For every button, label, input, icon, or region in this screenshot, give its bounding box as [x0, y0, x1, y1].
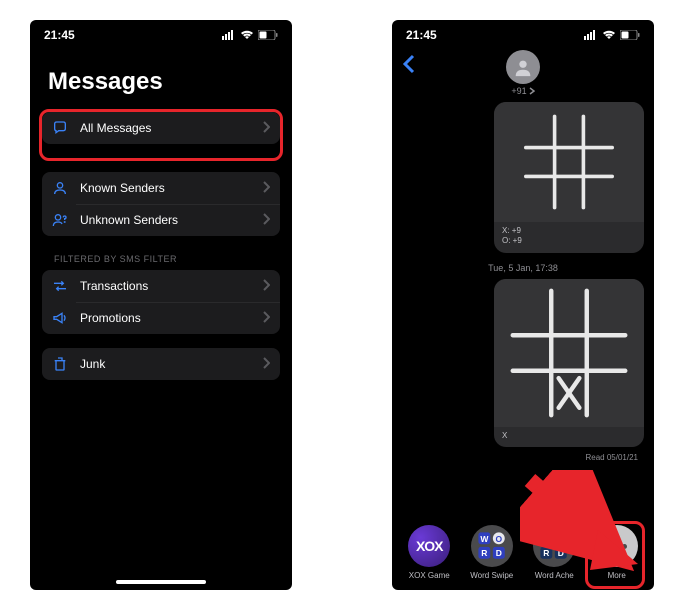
back-button[interactable]: [402, 54, 416, 79]
more-icon: [596, 525, 638, 567]
chat-header: +91: [392, 48, 654, 96]
bubble-meta: X: +9 O: +9: [494, 222, 644, 253]
filter-junk[interactable]: Junk: [42, 348, 280, 380]
page-title: Messages: [30, 46, 292, 112]
svg-text:D: D: [495, 548, 501, 558]
phone-conversation: 21:45 +91: [392, 20, 654, 590]
filter-promotions[interactable]: Promotions: [42, 302, 280, 334]
read-receipt: Read 05/01/21: [586, 453, 639, 462]
chevron-right-icon: [262, 121, 270, 136]
svg-text:O: O: [495, 534, 502, 544]
row-label: Known Senders: [80, 181, 262, 195]
bubble-meta-line: X: +9: [502, 226, 636, 236]
app-label: Word Ache: [535, 571, 574, 580]
conversation[interactable]: X: +9 O: +9 Tue, 5 Jan, 17:38: [392, 96, 654, 462]
svg-text:D: D: [558, 548, 564, 558]
bubble-meta: X: [494, 427, 644, 447]
chevron-right-icon: [529, 87, 535, 95]
svg-text:R: R: [544, 548, 550, 558]
app-label: More: [608, 571, 626, 580]
bubble-meta-line: X: [502, 431, 636, 441]
chevron-right-icon: [262, 213, 270, 228]
home-indicator[interactable]: [116, 580, 206, 584]
bubble-meta-line: O: +9: [502, 236, 636, 246]
contact-label: +91: [511, 86, 526, 96]
contact-avatar[interactable]: [506, 50, 540, 84]
row-label: Promotions: [80, 311, 262, 325]
chevron-right-icon: [262, 279, 270, 294]
filter-transactions[interactable]: Transactions: [42, 270, 280, 302]
app-label: XOX Game: [409, 571, 450, 580]
row-label: Junk: [80, 357, 262, 371]
svg-text:O: O: [558, 534, 565, 544]
app-label: Word Swipe: [470, 571, 513, 580]
svg-text:W: W: [480, 534, 489, 544]
message-bubble-1[interactable]: X: +9 O: +9: [494, 102, 644, 253]
chevron-right-icon: [262, 181, 270, 196]
status-time: 21:45: [44, 28, 75, 42]
wifi-icon: [240, 30, 254, 40]
battery-icon: [258, 30, 278, 40]
contact-name[interactable]: +91: [511, 86, 534, 96]
battery-icon: [620, 30, 640, 40]
status-bar: 21:45: [30, 20, 292, 46]
status-time: 21:45: [406, 28, 437, 42]
cellular-icon: [222, 30, 236, 40]
tictactoe-board-icon: [494, 279, 644, 427]
svg-text:W: W: [543, 534, 552, 544]
megaphone-icon: [52, 310, 72, 326]
trash-icon: [52, 356, 72, 372]
status-indicators: [584, 30, 640, 40]
filter-list: All Messages Known Senders: [30, 112, 292, 394]
app-word-swipe[interactable]: WORD Word Swipe: [464, 525, 520, 580]
app-xox-game[interactable]: XOX XOX Game: [401, 525, 457, 580]
bubble-icon: [52, 120, 72, 136]
filter-unknown-senders[interactable]: Unknown Senders: [42, 204, 280, 236]
xox-icon: XOX: [408, 525, 450, 567]
row-label: All Messages: [80, 121, 262, 135]
app-word-ache[interactable]: WORD Word Ache: [526, 525, 582, 580]
word-ache-icon: WORD: [533, 525, 575, 567]
section-header: FILTERED BY SMS FILTER: [42, 250, 280, 270]
highlight-all-messages: All Messages: [39, 109, 283, 161]
status-bar: 21:45: [392, 20, 654, 46]
filter-known-senders[interactable]: Known Senders: [42, 172, 280, 204]
arrows-icon: [52, 278, 72, 294]
message-bubble-2[interactable]: X: [494, 279, 644, 447]
cellular-icon: [584, 30, 598, 40]
tictactoe-board-icon: [494, 102, 644, 222]
word-swipe-icon: WORD: [471, 525, 513, 567]
chevron-right-icon: [262, 311, 270, 326]
message-timestamp: Tue, 5 Jan, 17:38: [488, 263, 558, 273]
person-question-icon: [52, 212, 72, 228]
imessage-app-drawer[interactable]: XOX XOX Game WORD Word Swipe WORD Word A…: [392, 525, 654, 580]
status-indicators: [222, 30, 278, 40]
person-icon: [52, 180, 72, 196]
wifi-icon: [602, 30, 616, 40]
filter-all-messages[interactable]: All Messages: [42, 112, 280, 144]
svg-text:R: R: [481, 548, 487, 558]
phone-messages-filters: 21:45 Messages All Messages: [30, 20, 292, 590]
app-more[interactable]: More: [589, 525, 645, 580]
chevron-right-icon: [262, 357, 270, 372]
row-label: Unknown Senders: [80, 213, 262, 227]
row-label: Transactions: [80, 279, 262, 293]
